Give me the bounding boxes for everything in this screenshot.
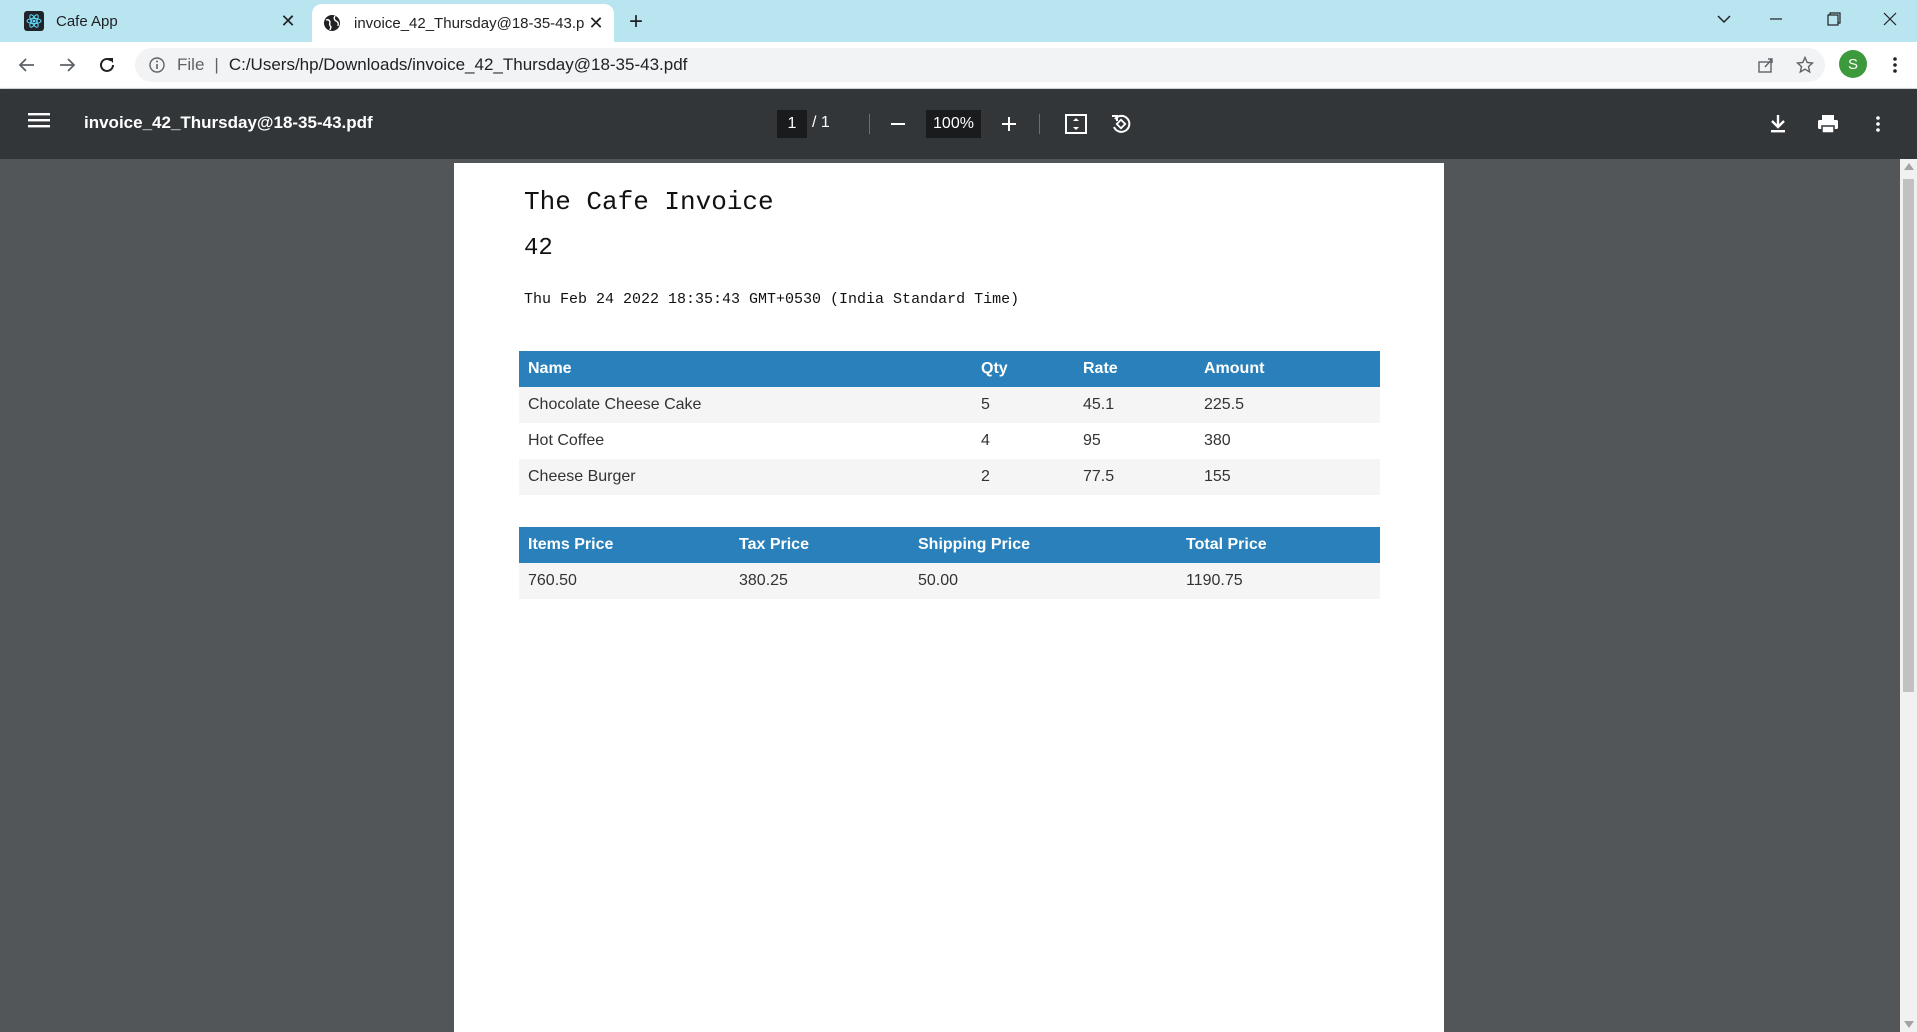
fit-to-page-icon[interactable] [1062,110,1090,138]
table-row: Chocolate Cheese Cake 5 45.1 225.5 [519,387,1380,423]
item-amount: 380 [1204,432,1231,449]
address-bar: File | C:/Users/hp/Downloads/invoice_42_… [0,42,1917,89]
item-name: Hot Coffee [528,432,605,449]
url-scheme: File [177,55,205,74]
forward-icon[interactable] [52,50,82,80]
avatar[interactable]: S [1839,50,1867,78]
share-icon[interactable] [1751,50,1781,80]
total-price-value: 1190.75 [1177,563,1380,599]
zoom-out-icon[interactable] [884,110,912,138]
restore-icon[interactable] [1812,0,1856,38]
url-field[interactable]: File | C:/Users/hp/Downloads/invoice_42_… [135,48,1825,82]
close-icon[interactable]: ✕ [584,11,608,35]
item-amount: 225.5 [1195,387,1380,423]
pdf-filename: invoice_42_Thursday@18-35-43.pdf [84,113,373,132]
tab-cafe-app[interactable]: Cafe App ✕ [14,0,306,42]
item-qty: 5 [972,387,1074,423]
table-row: 760.50 380.25 50.00 1190.75 [519,563,1380,599]
back-icon[interactable] [12,50,42,80]
table-row: Hot Coffee 4 95 380 [519,423,1380,459]
toolbar-divider [869,114,870,134]
minimize-icon[interactable] [1754,0,1798,38]
print-icon[interactable] [1814,110,1842,138]
url-text: C:/Users/hp/Downloads/invoice_42_Thursda… [228,55,688,74]
download-icon[interactable] [1764,110,1792,138]
item-rate: 77.5 [1074,459,1195,495]
pdf-toolbar: invoice_42_Thursday@18-35-43.pdf 1 / 1 1… [0,89,1917,159]
tab-search-icon[interactable] [1702,0,1746,38]
star-icon[interactable] [1790,50,1820,80]
globe-icon [322,13,342,33]
pdf-viewer: The Cafe Invoice 42 Thu Feb 24 2022 18:3… [0,159,1900,1032]
invoice-number: 42 [524,235,553,262]
new-tab-button[interactable]: + [622,8,650,36]
item-name: Chocolate Cheese Cake [519,387,972,423]
items-price-value: 760.50 [519,563,730,599]
page-number-input[interactable]: 1 [777,110,807,138]
invoice-date: Thu Feb 24 2022 18:35:43 GMT+0530 (India… [524,291,1020,308]
rotate-icon[interactable] [1107,110,1135,138]
scrollbar[interactable] [1900,159,1917,1032]
page-count: / 1 [812,114,830,131]
item-amount: 155 [1195,459,1380,495]
column-header: Items Price [519,527,730,563]
column-header: Rate [1074,351,1195,387]
table-header-row: Items Price Tax Price Shipping Price Tot… [519,527,1380,563]
scroll-up-arrow-icon[interactable] [1904,163,1914,170]
scroll-down-arrow-icon[interactable] [1904,1021,1914,1028]
shipping-price-value: 50.00 [909,563,1177,599]
tab-invoice-pdf[interactable]: invoice_42_Thursday@18-35-43.pdf ✕ [312,4,614,42]
column-header: Name [519,351,972,387]
item-name: Cheese Burger [519,459,972,495]
column-header: Amount [1195,351,1380,387]
toolbar-divider [1039,114,1040,134]
column-header: Tax Price [730,527,909,563]
table-row: Cheese Burger 2 77.5 155 [519,459,1380,495]
items-table: Name Qty Rate Amount Chocolate Cheese Ca… [519,351,1380,495]
pdf-page: The Cafe Invoice 42 Thu Feb 24 2022 18:3… [454,163,1444,1032]
totals-table: Items Price Tax Price Shipping Price Tot… [519,527,1380,599]
tab-strip: Cafe App ✕ invoice_42_Thursday@18-35-43.… [0,0,1917,42]
invoice-title: The Cafe Invoice [524,187,774,217]
column-header: Total Price [1177,527,1380,563]
item-rate: 45.1 [1074,387,1195,423]
item-rate: 95 [1083,432,1101,449]
info-icon[interactable] [149,56,167,74]
url-separator: | [214,55,219,74]
column-header: Qty [972,351,1074,387]
react-icon [24,11,44,31]
hamburger-menu-icon[interactable] [28,111,56,137]
table-header-row: Name Qty Rate Amount [519,351,1380,387]
tax-price-value: 380.25 [730,563,909,599]
tab-title: Cafe App [56,12,118,30]
tab-title: invoice_42_Thursday@18-35-43.pdf [354,14,584,32]
zoom-in-icon[interactable] [995,110,1023,138]
item-qty: 2 [972,459,1074,495]
more-options-icon[interactable] [1864,110,1892,138]
close-window-icon[interactable] [1868,0,1912,38]
scrollbar-thumb[interactable] [1903,179,1914,692]
zoom-level-input[interactable]: 100% [926,110,981,138]
column-header: Shipping Price [909,527,1177,563]
browser-menu-icon[interactable] [1880,50,1910,80]
item-qty: 4 [981,432,990,449]
reload-icon[interactable] [92,50,122,80]
close-icon[interactable]: ✕ [276,9,300,33]
